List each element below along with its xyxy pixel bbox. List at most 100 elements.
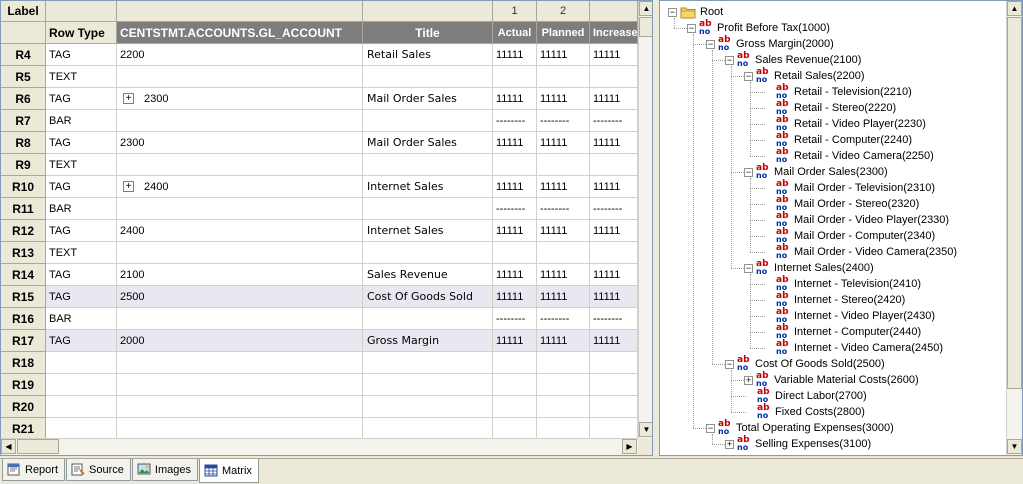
- increase-cell[interactable]: [590, 352, 638, 374]
- column-number-1[interactable]: 1: [493, 1, 537, 22]
- tree-node[interactable]: ab no Retail - Stereo(2220): [764, 99, 896, 116]
- table-row[interactable]: R4 TAG 2200 Retail Sales 11111 11111 11111: [1, 44, 638, 66]
- table-row[interactable]: R14 TAG 2100 Sales Revenue 11111 11111 11111: [1, 264, 638, 286]
- row-type-cell[interactable]: BAR: [46, 110, 117, 132]
- row-label[interactable]: R15: [1, 286, 46, 308]
- actual-cell[interactable]: [493, 242, 537, 264]
- increase-cell[interactable]: [590, 374, 638, 396]
- planned-cell[interactable]: [537, 418, 590, 438]
- increase-cell[interactable]: [590, 154, 638, 176]
- gl-account-cell[interactable]: [117, 352, 363, 374]
- row-label[interactable]: R14: [1, 264, 46, 286]
- actual-cell[interactable]: [493, 374, 537, 396]
- title-cell[interactable]: Cost Of Goods Sold: [363, 286, 493, 308]
- actual-cell[interactable]: --------: [493, 110, 537, 132]
- gl-account-cell[interactable]: 2100: [117, 264, 363, 286]
- tree-node[interactable]: − Root: [668, 4, 723, 20]
- title-cell[interactable]: [363, 308, 493, 330]
- tree-node[interactable]: ab no Internet - Stereo(2420): [764, 291, 905, 308]
- tree-node[interactable]: ab no Retail - Television(2210): [764, 83, 912, 100]
- gl-account-cell[interactable]: [117, 66, 363, 88]
- table-row[interactable]: R11 BAR -------- -------- --------: [1, 198, 638, 220]
- increase-cell[interactable]: 11111: [590, 176, 638, 198]
- title-cell[interactable]: Mail Order Sales: [363, 132, 493, 154]
- planned-cell[interactable]: [537, 242, 590, 264]
- gl-account-cell[interactable]: 2400: [117, 220, 363, 242]
- grid-vertical-scrollbar[interactable]: ▲ ▼: [638, 1, 652, 438]
- row-label[interactable]: R5: [1, 66, 46, 88]
- gl-account-header[interactable]: CENTSTMT.ACCOUNTS.GL_ACCOUNT: [117, 22, 363, 44]
- collapse-icon[interactable]: −: [725, 359, 734, 369]
- collapse-icon[interactable]: −: [744, 71, 753, 81]
- column-number-2[interactable]: 2: [537, 1, 590, 22]
- actual-cell[interactable]: 11111: [493, 44, 537, 66]
- title-cell[interactable]: [363, 374, 493, 396]
- row-type-cell[interactable]: TAG: [46, 176, 117, 198]
- expand-icon[interactable]: +: [123, 93, 134, 104]
- title-cell[interactable]: [363, 396, 493, 418]
- planned-cell[interactable]: [537, 66, 590, 88]
- row-type-cell[interactable]: [46, 418, 117, 438]
- gl-account-cell[interactable]: [117, 396, 363, 418]
- scroll-up-icon[interactable]: ▲: [639, 1, 652, 16]
- gl-account-cell[interactable]: 2000: [117, 330, 363, 352]
- row-label[interactable]: R13: [1, 242, 46, 264]
- grid-horizontal-scrollbar[interactable]: ◀ ▶: [1, 438, 638, 455]
- row-label[interactable]: R7: [1, 110, 46, 132]
- gl-account-cell[interactable]: [117, 198, 363, 220]
- title-cell[interactable]: Mail Order Sales: [363, 88, 493, 110]
- title-cell[interactable]: Gross Margin: [363, 330, 493, 352]
- actual-cell[interactable]: 11111: [493, 220, 537, 242]
- row-label[interactable]: R16: [1, 308, 46, 330]
- row-label[interactable]: R8: [1, 132, 46, 154]
- row-label[interactable]: R9: [1, 154, 46, 176]
- actual-cell[interactable]: 11111: [493, 286, 537, 308]
- row-type-cell[interactable]: TAG: [46, 286, 117, 308]
- planned-cell[interactable]: 11111: [537, 44, 590, 66]
- scroll-down-icon[interactable]: ▼: [639, 422, 652, 437]
- tree-node[interactable]: ab no Direct Labor(2700): [745, 387, 867, 404]
- title-cell[interactable]: Internet Sales: [363, 220, 493, 242]
- tree-node[interactable]: − ab no Sales Revenue(2100): [725, 51, 861, 68]
- expand-icon[interactable]: +: [123, 181, 134, 192]
- grid-vscroll-thumb[interactable]: [639, 17, 652, 37]
- row-type-cell[interactable]: TAG: [46, 132, 117, 154]
- expand-icon[interactable]: +: [725, 439, 734, 449]
- gl-account-cell[interactable]: +2400: [117, 176, 363, 198]
- planned-cell[interactable]: 11111: [537, 132, 590, 154]
- title-cell[interactable]: [363, 154, 493, 176]
- tree-node[interactable]: ab no Mail Order - Video Camera(2350): [764, 243, 957, 260]
- row-label[interactable]: R11: [1, 198, 46, 220]
- planned-cell[interactable]: --------: [537, 198, 590, 220]
- planned-cell[interactable]: 11111: [537, 286, 590, 308]
- row-type-cell[interactable]: TEXT: [46, 66, 117, 88]
- tree-vscroll-thumb[interactable]: [1007, 17, 1022, 389]
- table-row[interactable]: R8 TAG 2300 Mail Order Sales 11111 11111 11111: [1, 132, 638, 154]
- row-type-cell[interactable]: TEXT: [46, 242, 117, 264]
- actual-cell[interactable]: 11111: [493, 264, 537, 286]
- actual-header[interactable]: Actual: [493, 22, 537, 44]
- title-cell[interactable]: Internet Sales: [363, 176, 493, 198]
- tree-node[interactable]: + ab no Selling Expenses(3100): [725, 435, 871, 452]
- tree-node[interactable]: ab no Internet - Video Player(2430): [764, 307, 935, 324]
- actual-cell[interactable]: [493, 418, 537, 438]
- increase-cell[interactable]: 11111: [590, 220, 638, 242]
- tree-node[interactable]: − ab no Mail Order Sales(2300): [744, 163, 888, 180]
- tree-node[interactable]: ab no Internet - Video Camera(2450): [764, 339, 943, 356]
- row-label[interactable]: R21: [1, 418, 46, 438]
- planned-cell[interactable]: --------: [537, 110, 590, 132]
- table-row[interactable]: R20: [1, 396, 638, 418]
- title-header[interactable]: Title: [363, 22, 493, 44]
- title-cell[interactable]: [363, 198, 493, 220]
- tree-node[interactable]: ab no Mail Order - Television(2310): [764, 179, 935, 196]
- row-label[interactable]: R12: [1, 220, 46, 242]
- tree-node[interactable]: ab no Internet - Computer(2440): [764, 323, 921, 340]
- tree-node[interactable]: ab no Mail Order - Stereo(2320): [764, 195, 919, 212]
- account-tree[interactable]: − Root − ab no Profit Before Tax(1000) − ab no Gr…: [660, 1, 1006, 455]
- planned-cell[interactable]: 11111: [537, 88, 590, 110]
- title-cell[interactable]: [363, 242, 493, 264]
- actual-cell[interactable]: [493, 352, 537, 374]
- table-row[interactable]: R18: [1, 352, 638, 374]
- tree-node[interactable]: ab no Fixed Costs(2800): [745, 403, 865, 420]
- tree-node[interactable]: ab no Internet - Television(2410): [764, 275, 921, 292]
